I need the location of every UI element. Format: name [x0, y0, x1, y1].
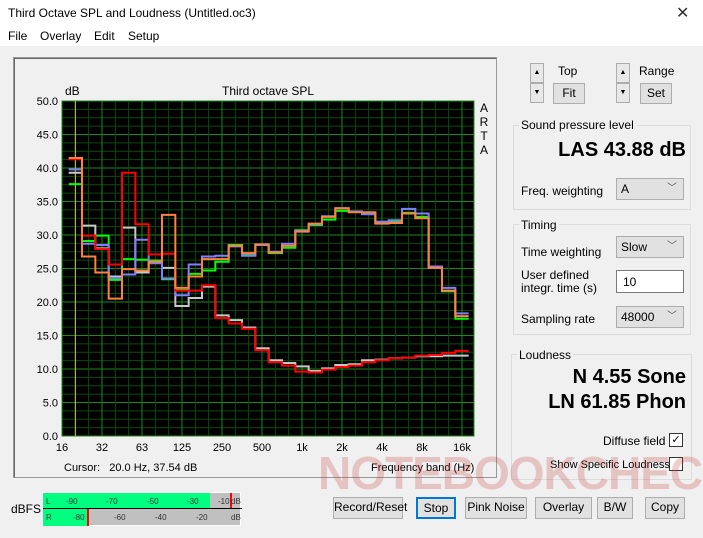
- diffuse-field-checkbox[interactable]: ✓: [669, 433, 683, 447]
- x-tick-label: 16: [56, 442, 68, 454]
- loudness-phon: LN 61.85 Phon: [548, 391, 686, 413]
- meter-tick: -20: [196, 513, 208, 522]
- y-tick-label: 45.0: [37, 130, 58, 142]
- timing-group-label: Timing: [519, 218, 559, 232]
- integ-time-label-2: integr. time (s): [521, 281, 598, 295]
- meter-tick: -50: [147, 497, 159, 506]
- top-down-button[interactable]: ▼: [530, 83, 544, 103]
- y-tick-label: 25.0: [37, 264, 58, 276]
- x-tick-label: 500: [253, 442, 271, 454]
- time-weighting-select[interactable]: Slow ﹀: [616, 236, 684, 258]
- range-up-button[interactable]: ▲: [616, 63, 630, 83]
- bw-button[interactable]: B/W: [597, 497, 633, 519]
- spl-value: LAS 43.88 dB: [558, 139, 686, 161]
- cursor-readout: Cursor: 20.0 Hz, 37.54 dB: [64, 462, 198, 474]
- copy-button[interactable]: Copy: [645, 497, 685, 519]
- time-weighting-label: Time weighting: [521, 245, 602, 259]
- meter-tick: -30: [187, 497, 199, 506]
- meter-tick: -70: [106, 497, 118, 506]
- meter-tick: -90: [66, 497, 78, 506]
- pink-noise-button[interactable]: Pink Noise: [465, 497, 527, 519]
- x-tick-label: 32: [96, 442, 108, 454]
- range-label: Range: [639, 64, 675, 78]
- set-button[interactable]: Set: [640, 83, 672, 104]
- meter-divider: [43, 508, 242, 509]
- y-tick-label: 10.0: [37, 364, 58, 376]
- spl-group-label: Sound pressure level: [519, 118, 636, 132]
- record-reset-button[interactable]: Record/Reset: [333, 497, 407, 519]
- y-tick-label: 20.0: [37, 297, 58, 309]
- y-tick-label: 35.0: [37, 197, 58, 209]
- sampling-rate-value: 48000: [621, 310, 655, 324]
- y-tick-label: 30.0: [37, 230, 58, 242]
- meter-tick: -80: [73, 513, 85, 522]
- freq-weighting-label: Freq. weighting: [521, 184, 604, 198]
- top-up-button[interactable]: ▲: [530, 63, 544, 83]
- x-tick-label: 250: [213, 442, 231, 454]
- x-tick-label: 63: [136, 442, 148, 454]
- fit-button[interactable]: Fit: [553, 83, 585, 104]
- y-tick-label: 5.0: [43, 398, 58, 410]
- chevron-down-icon: ﹀: [667, 241, 677, 252]
- freq-weighting-select[interactable]: A ﹀: [616, 178, 684, 200]
- integ-time-label-1: User defined: [521, 268, 590, 282]
- meter-unit: dB: [231, 497, 241, 506]
- top-label: Top: [558, 64, 578, 78]
- integ-time-input[interactable]: 10: [616, 270, 684, 293]
- meter-tick: -60: [114, 513, 126, 522]
- meter-tick: -10: [218, 497, 230, 506]
- level-meter: L -90 -70 -50 -30 -10 dB R -80 -60 -40 -…: [42, 492, 242, 526]
- y-tick-label: 50.0: [37, 96, 58, 108]
- watermark: NOTEBOOKCHECK: [318, 447, 703, 499]
- sampling-rate-label: Sampling rate: [521, 312, 596, 326]
- sampling-rate-select[interactable]: 48000 ﹀: [616, 306, 684, 328]
- left-channel-label: L: [46, 497, 51, 506]
- meter-unit: dB: [231, 513, 241, 522]
- freq-weighting-value: A: [621, 182, 630, 196]
- overlay-button[interactable]: Overlay: [535, 497, 592, 519]
- chevron-down-icon: ﹀: [667, 311, 677, 322]
- stop-button[interactable]: Stop: [416, 497, 456, 519]
- x-tick-label: 1k: [296, 442, 308, 454]
- chevron-down-icon: ﹀: [667, 183, 677, 194]
- meter-tick: -40: [155, 513, 167, 522]
- range-down-button[interactable]: ▼: [616, 83, 630, 103]
- y-tick-label: 40.0: [37, 163, 58, 175]
- loudness-group-label: Loudness: [517, 348, 574, 362]
- loudness-sone: N 4.55 Sone: [572, 366, 686, 388]
- time-weighting-value: Slow: [621, 240, 648, 254]
- dbfs-label: dBFS: [11, 502, 42, 516]
- x-tick-label: 125: [173, 442, 191, 454]
- right-peak-marker: [87, 509, 89, 526]
- right-channel-label: R: [46, 513, 52, 522]
- y-tick-label: 15.0: [37, 331, 58, 343]
